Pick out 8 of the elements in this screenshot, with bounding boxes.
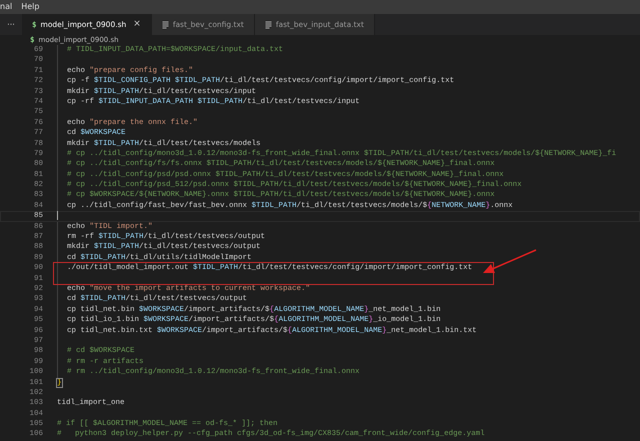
text-cursor: [57, 211, 58, 220]
menu-item[interactable]: Help: [21, 0, 40, 14]
menu-item[interactable]: nal: [0, 0, 12, 14]
text-file-icon: [264, 20, 272, 28]
more-actions-icon[interactable]: ···: [0, 14, 22, 35]
close-icon[interactable]: ×: [133, 18, 141, 32]
arrow: [483, 249, 536, 273]
text-file-icon: [162, 20, 169, 28]
